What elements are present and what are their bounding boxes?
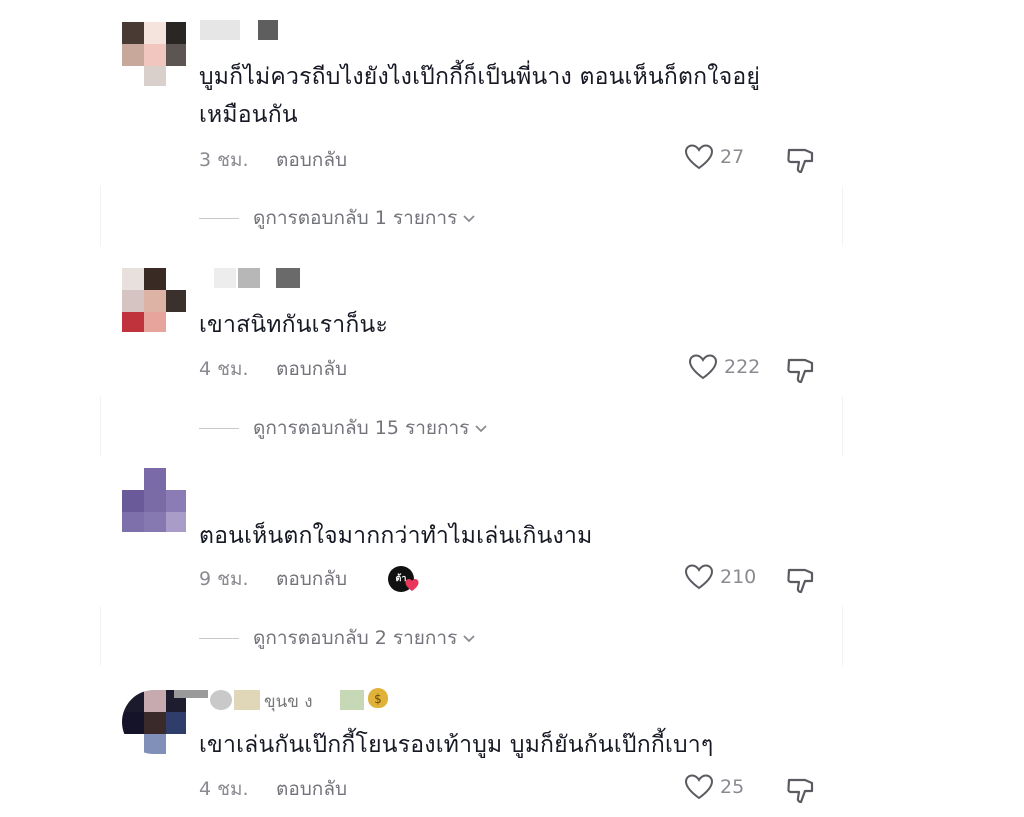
- reply-button[interactable]: ตอบกลับ: [276, 148, 347, 172]
- timestamp: 9 ชม.: [199, 568, 249, 590]
- chevron-down-icon: [475, 425, 488, 433]
- view-replies-button[interactable]: ดูการตอบกลับ 15 รายการ: [199, 413, 489, 443]
- thumbs-down-icon[interactable]: [785, 774, 817, 806]
- money-bag-icon: $: [368, 688, 388, 708]
- thumbs-down-icon[interactable]: [785, 564, 817, 596]
- heart-outline-icon: [684, 564, 714, 590]
- timestamp: 3 ชม.: [199, 149, 249, 171]
- like-count: 210: [720, 566, 757, 588]
- comment-text: เขาสนิทกันเราก็นะ: [199, 312, 389, 338]
- like-button[interactable]: 27: [684, 143, 744, 171]
- heart-icon: [405, 579, 419, 591]
- heart-outline-icon: [688, 354, 718, 380]
- comment-text: เขาเล่นกันเป๊กกี้โยนรองเท้าบูม บูมก็ยันก…: [199, 732, 714, 758]
- divider-line: [199, 637, 239, 639]
- timestamp: 4 ชม.: [199, 778, 249, 800]
- view-replies-label: ดูการตอบกลับ 1 รายการ: [253, 207, 458, 229]
- username-text: ขุนข ง: [264, 692, 313, 712]
- like-count: 25: [720, 776, 745, 798]
- chevron-down-icon: [463, 635, 475, 643]
- heart-outline-icon: [684, 774, 714, 800]
- divider-line: [199, 217, 239, 219]
- timestamp: 4 ชม.: [199, 358, 249, 380]
- view-replies-label: ดูการตอบกลับ 15 รายการ: [253, 417, 470, 439]
- view-replies-button[interactable]: ดูการตอบกลับ 2 รายการ: [199, 623, 477, 653]
- reply-button[interactable]: ตอบกลับ: [276, 357, 347, 381]
- avatar[interactable]: [122, 690, 186, 754]
- like-button[interactable]: 210: [684, 563, 756, 591]
- like-button[interactable]: 222: [688, 353, 760, 381]
- view-replies-label: ดูการตอบกลับ 2 รายการ: [253, 627, 458, 649]
- comment-text: ตอนเห็นตกใจมากกว่าทำไมเล่นเกินงาม: [199, 523, 593, 549]
- thumbs-down-icon[interactable]: [785, 354, 817, 386]
- reply-button[interactable]: ตอบกลับ: [276, 567, 347, 591]
- avatar[interactable]: [122, 22, 186, 86]
- comment-text: บูมก็ไม่ควรถีบไงยังไงเป๊กกี้ก็เป็นพี่นาง…: [199, 64, 761, 128]
- like-button[interactable]: 25: [684, 773, 744, 801]
- view-replies-button[interactable]: ดูการตอบกลับ 1 รายการ: [199, 203, 477, 233]
- reply-button[interactable]: ตอบกลับ: [276, 777, 347, 801]
- heart-outline-icon: [684, 144, 714, 170]
- thumbs-down-icon[interactable]: [785, 144, 817, 176]
- avatar[interactable]: [122, 268, 186, 332]
- like-count: 27: [720, 146, 745, 168]
- like-count: 222: [724, 356, 761, 378]
- divider-line: [199, 427, 239, 429]
- chevron-down-icon: [463, 215, 475, 223]
- avatar[interactable]: [122, 468, 186, 532]
